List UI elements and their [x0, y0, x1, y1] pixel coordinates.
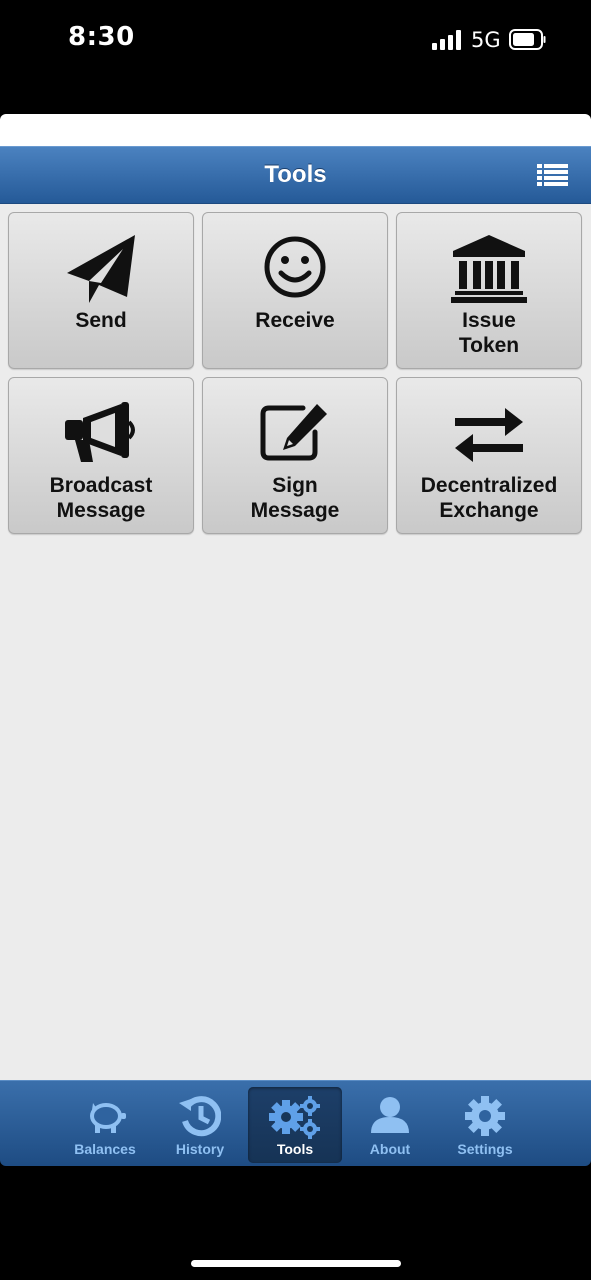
- tab-label: Tools: [276, 1141, 314, 1157]
- tile-label: Receive: [255, 309, 335, 332]
- tile-label: Issue: [462, 309, 516, 332]
- page-title: Tools: [264, 161, 327, 188]
- tile-label: Sign: [272, 474, 318, 497]
- tab-label: Settings: [457, 1141, 513, 1157]
- user-icon: [371, 1097, 409, 1133]
- tab-label: Balances: [74, 1141, 136, 1157]
- exchange-arrows-icon: [455, 408, 523, 462]
- bank-icon: [451, 235, 527, 303]
- megaphone-icon: [65, 402, 135, 462]
- status-bar: 8:30 5G: [0, 0, 591, 112]
- header-bar: Tools: [0, 146, 591, 204]
- paper-plane-icon: [67, 235, 135, 303]
- tab-balances[interactable]: Balances: [58, 1087, 152, 1163]
- smiley-icon: [264, 236, 326, 298]
- tile-label: Message: [56, 499, 146, 522]
- edit-icon: [260, 404, 327, 461]
- tile-label: Send: [75, 309, 127, 332]
- tab-history[interactable]: History: [153, 1087, 247, 1163]
- tab-label: About: [369, 1141, 411, 1157]
- network-type: 5G: [471, 28, 501, 52]
- tab-about[interactable]: About: [343, 1087, 437, 1163]
- battery-icon: [509, 29, 546, 50]
- tab-settings[interactable]: Settings: [438, 1087, 532, 1163]
- home-indicator[interactable]: [191, 1260, 401, 1267]
- tile-label: Broadcast: [49, 474, 153, 497]
- gear-icon: [465, 1096, 505, 1136]
- send-tile[interactable]: Send: [8, 212, 194, 369]
- issue-token-tile[interactable]: Issue Token: [396, 212, 582, 369]
- tile-label: Decentralized: [420, 474, 558, 497]
- signal-strength-icon: [432, 30, 461, 50]
- tab-tools[interactable]: Tools: [248, 1087, 342, 1163]
- list-menu-icon[interactable]: [537, 163, 568, 188]
- bottom-tab-bar: Balances History Tools About Settings: [0, 1080, 591, 1166]
- tile-label: Message: [250, 499, 340, 522]
- piggy-bank-icon: [90, 1103, 126, 1133]
- tile-label: Token: [458, 334, 520, 357]
- tile-label: Exchange: [439, 499, 539, 522]
- history-icon: [179, 1096, 221, 1137]
- app-top-strip: [0, 114, 591, 146]
- decentralized-exchange-tile[interactable]: Decentralized Exchange: [396, 377, 582, 534]
- gears-icon: [269, 1096, 320, 1139]
- tab-label: History: [175, 1141, 225, 1157]
- receive-tile[interactable]: Receive: [202, 212, 388, 369]
- sign-message-tile[interactable]: Sign Message: [202, 377, 388, 534]
- broadcast-message-tile[interactable]: Broadcast Message: [8, 377, 194, 534]
- status-time: 8:30: [68, 22, 135, 52]
